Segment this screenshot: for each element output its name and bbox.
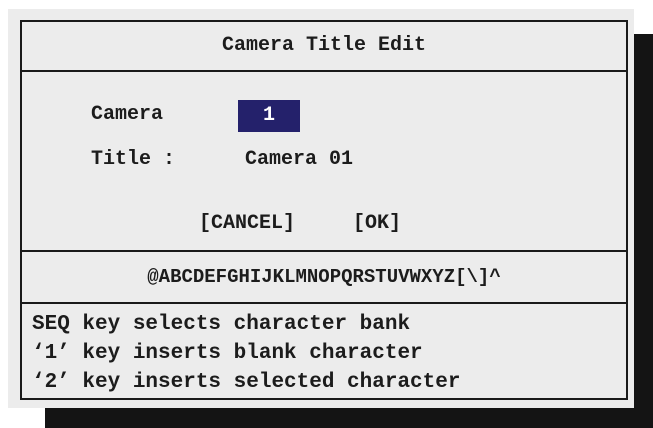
camera-label: Camera (91, 103, 164, 126)
dialog-shadow-bottom (45, 408, 653, 428)
title-input[interactable]: Camera 01 (245, 148, 353, 171)
camera-title-edit-dialog: Camera Title Edit Camera 1 Title : Camer… (20, 20, 628, 400)
help-line: SEQ key selects character bank (32, 313, 411, 336)
dialog-body: Camera 1 Title : Camera 01 [CANCEL] [OK] (22, 72, 626, 252)
dialog-title: Camera Title Edit (22, 22, 626, 72)
cancel-button[interactable]: [CANCEL] (199, 212, 295, 235)
help-line: ‘1’ key inserts blank character (32, 342, 423, 365)
camera-number-field[interactable]: 1 (238, 100, 300, 132)
help-line: ‘2’ key inserts selected character (32, 371, 461, 394)
title-label: Title : (91, 148, 176, 171)
character-bank-selector[interactable]: @ABCDEFGHIJKLMNOPQRSTUVWXYZ[\]^ (22, 252, 626, 304)
help-text: SEQ key selects character bank ‘1’ key i… (22, 304, 626, 398)
ok-button[interactable]: [OK] (353, 212, 401, 235)
